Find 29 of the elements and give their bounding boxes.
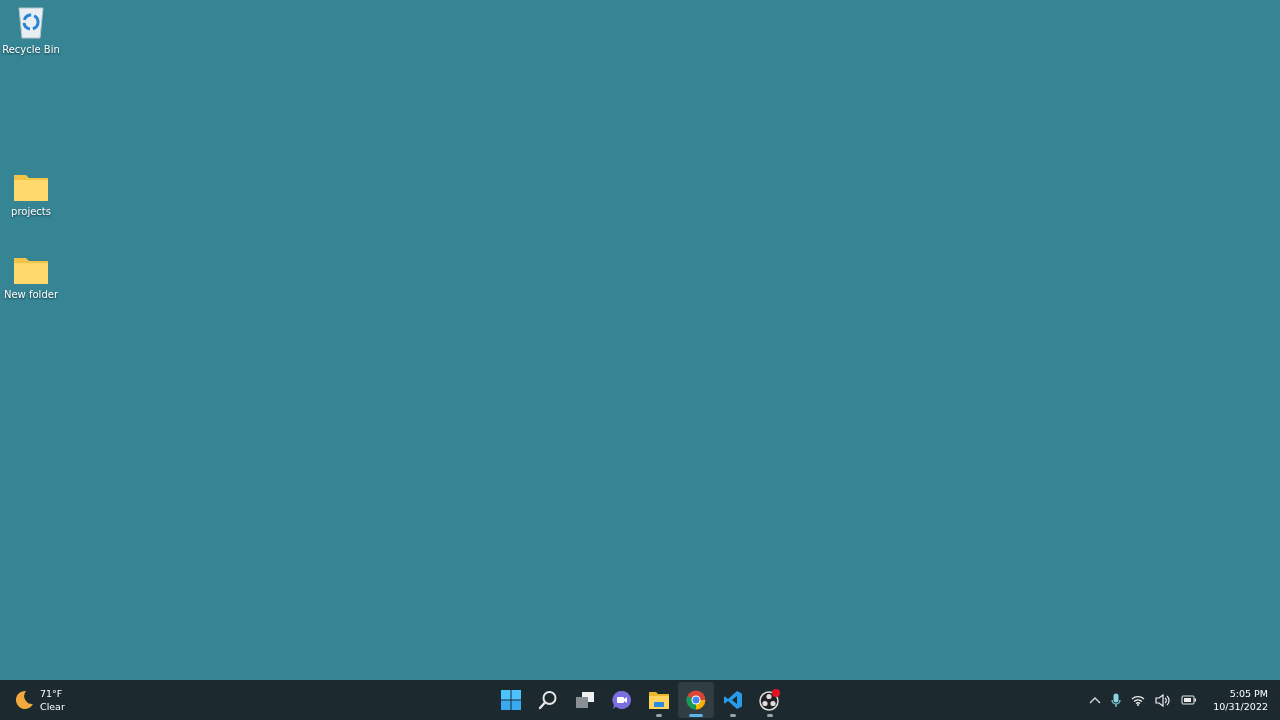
desktop-icon-label: Recycle Bin	[2, 44, 60, 55]
battery-icon[interactable]	[1181, 694, 1198, 706]
folder-icon	[13, 255, 49, 285]
recycle-bin-icon	[16, 4, 46, 40]
task-view-icon	[575, 691, 595, 709]
weather-condition-text: Clear	[40, 700, 65, 713]
folder-icon	[13, 172, 49, 202]
taskbar-app-button[interactable]	[678, 682, 714, 718]
desktop-icon-label: New folder	[4, 289, 58, 300]
windows-logo-icon	[501, 690, 521, 710]
chrome-icon	[686, 690, 706, 710]
time-text: 5:05 PM	[1229, 687, 1268, 700]
obs-icon	[759, 689, 781, 711]
chevron-up-icon[interactable]	[1089, 696, 1102, 704]
chat-icon	[612, 690, 632, 710]
code-editor-icon	[723, 690, 743, 710]
microphone-icon[interactable]	[1111, 692, 1122, 708]
desktop-icon[interactable]: Recycle Bin	[2, 4, 60, 55]
date-text: 10/31/2022	[1213, 700, 1268, 713]
volume-icon[interactable]	[1155, 693, 1172, 707]
temperature-text: 71°F	[40, 687, 64, 700]
folder-icon	[648, 690, 670, 710]
desktop-icon-label: projects	[11, 206, 51, 217]
search-icon	[538, 690, 558, 710]
desktop-icon[interactable]: projects	[2, 172, 60, 217]
desktop-icon[interactable]: New folder	[2, 255, 60, 300]
wifi-icon[interactable]	[1131, 694, 1146, 706]
clock[interactable]: 5:05 PM 10/31/2022	[1213, 687, 1268, 713]
weather-widget[interactable]: 71°F Clear	[12, 687, 212, 713]
